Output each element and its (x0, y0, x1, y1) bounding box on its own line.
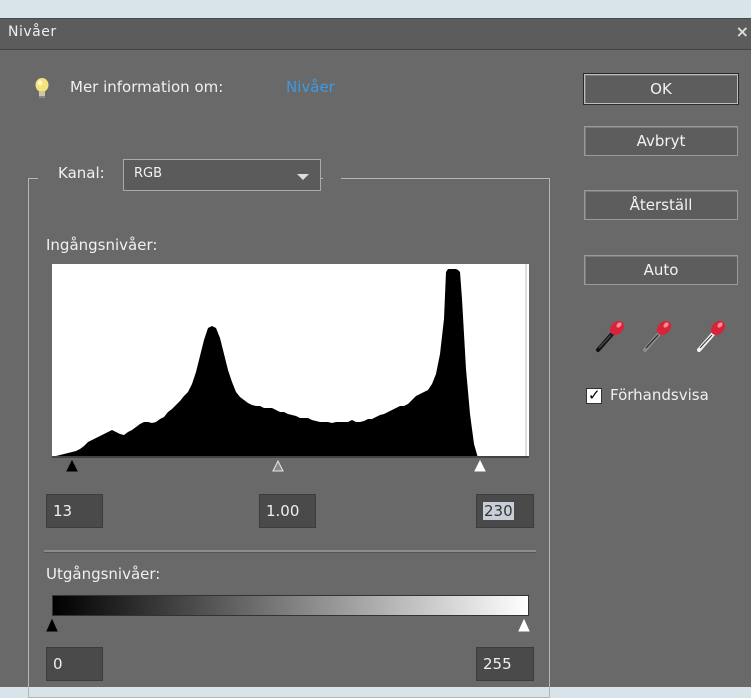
channel-selected-value: RGB (134, 166, 163, 181)
white-point-slider-handle (474, 459, 486, 472)
white-eyedropper-icon[interactable] (693, 314, 729, 354)
auto-button[interactable]: Auto (584, 255, 738, 285)
window-title: Nivåer (8, 24, 57, 40)
input-gamma-field[interactable]: 1.00 (259, 494, 316, 528)
black-eyedropper-icon[interactable] (592, 314, 628, 354)
output-gradient-bar (52, 595, 529, 616)
channel-label: Kanal: (58, 164, 105, 182)
legend-mask (323, 173, 341, 183)
histogram (52, 264, 529, 458)
output-white-slider-handle (518, 618, 530, 632)
channel-select[interactable]: RGB (123, 159, 321, 191)
preview-label[interactable]: Förhandsvisa (610, 386, 709, 404)
input-white-value: 230 (483, 502, 514, 520)
input-white-field[interactable]: 230 (476, 494, 534, 528)
output-levels-label: Utgångsnivåer: (46, 565, 161, 583)
gamma-slider-handle (272, 459, 284, 472)
gray-eyedropper-icon[interactable] (639, 314, 675, 354)
close-icon[interactable]: × (736, 22, 749, 41)
output-levels-slider[interactable] (46, 617, 538, 635)
title-bar: Nivåer × (0, 19, 751, 50)
lightbulb-icon (35, 78, 49, 98)
reset-button[interactable]: Återställ (584, 190, 738, 220)
black-point-slider-handle (66, 459, 78, 472)
checkmark-icon: ✓ (588, 386, 601, 404)
levels-dialog: Nivåer × Mer information om: Nivåer OK A… (0, 18, 751, 698)
output-black-slider-handle (46, 618, 58, 632)
chevron-down-icon (297, 174, 309, 180)
input-levels-slider[interactable] (52, 457, 532, 477)
section-divider (44, 550, 536, 553)
output-white-field[interactable]: 255 (476, 647, 534, 681)
input-black-field[interactable]: 13 (46, 494, 103, 528)
output-black-field[interactable]: 0 (46, 647, 103, 681)
preview-checkbox[interactable]: ✓ (586, 386, 602, 404)
ok-button[interactable]: OK (583, 73, 739, 105)
cancel-button[interactable]: Avbryt (584, 126, 738, 156)
input-levels-label: Ingångsnivåer: (46, 236, 158, 254)
help-link[interactable]: Nivåer (286, 78, 335, 96)
info-label: Mer information om: (70, 78, 224, 96)
